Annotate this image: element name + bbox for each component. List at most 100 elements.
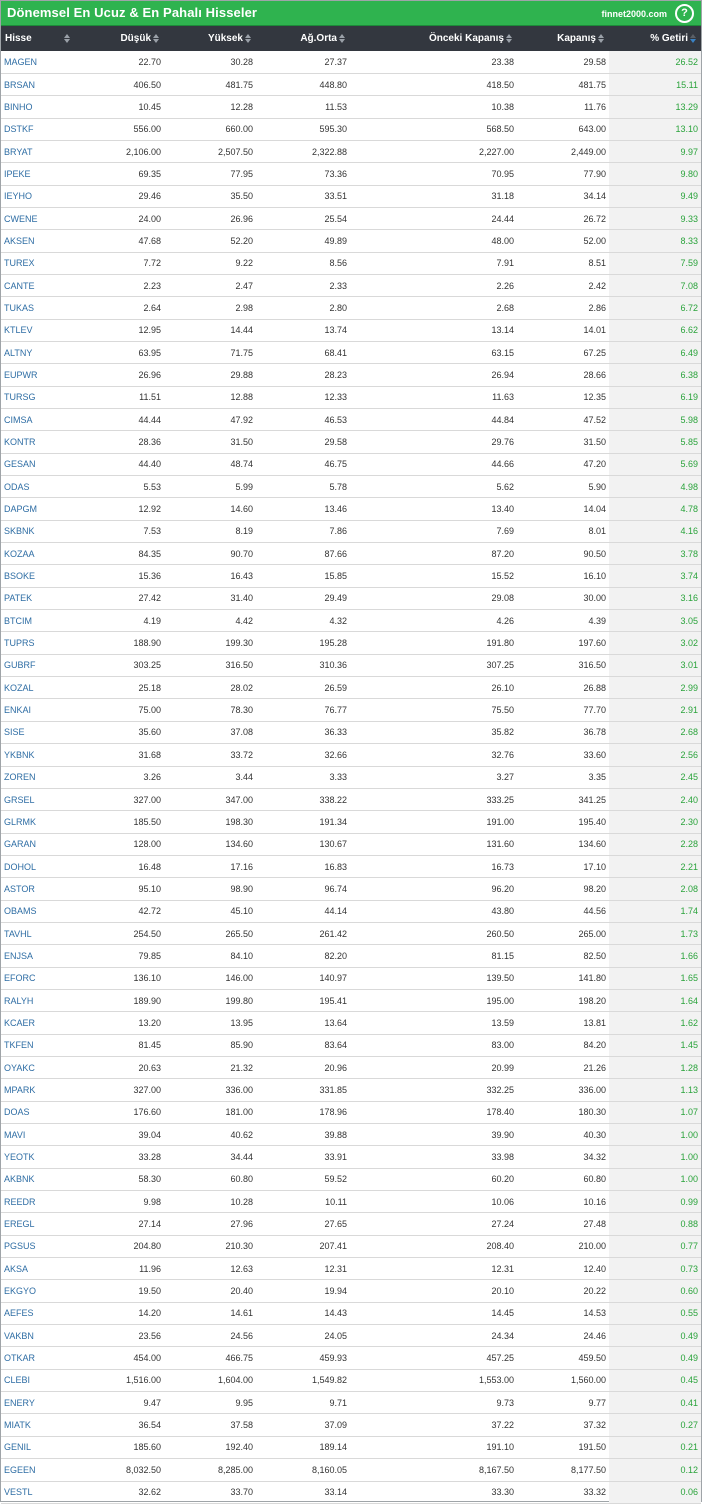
symbol-cell[interactable]: KOZAL xyxy=(1,676,77,700)
table-row[interactable]: AKSEN 47.68 52.20 49.89 48.00 52.00 8.33 xyxy=(1,229,701,253)
symbol-cell[interactable]: RALYH xyxy=(1,989,77,1013)
symbol-cell[interactable]: DOAS xyxy=(1,1101,77,1125)
table-row[interactable]: GRSEL 327.00 347.00 338.22 333.25 341.25 2.40 xyxy=(1,788,701,812)
table-row[interactable]: GUBRF 303.25 316.50 310.36 307.25 316.50 3.01 xyxy=(1,654,701,678)
symbol-cell[interactable]: DAPGM xyxy=(1,497,77,521)
symbol-cell[interactable]: CWENE xyxy=(1,207,77,231)
symbol-cell[interactable]: CANTE xyxy=(1,274,77,298)
table-row[interactable]: GLRMK 185.50 198.30 191.34 191.00 195.40 2.30 xyxy=(1,810,701,834)
symbol-cell[interactable]: ALTNY xyxy=(1,341,77,365)
symbol-cell[interactable]: YEOTK xyxy=(1,1145,77,1169)
symbol-cell[interactable]: ODAS xyxy=(1,475,77,499)
symbol-cell[interactable]: EUPWR xyxy=(1,363,77,387)
table-row[interactable]: OTKAR 454.00 466.75 459.93 457.25 459.50 0.49 xyxy=(1,1346,701,1370)
table-row[interactable]: ZOREN 3.26 3.44 3.33 3.27 3.35 2.45 xyxy=(1,766,701,789)
table-row[interactable]: EUPWR 26.96 29.88 28.23 26.94 28.66 6.38 xyxy=(1,363,701,387)
column-header-hisse[interactable]: Hisse xyxy=(1,26,77,51)
symbol-cell[interactable]: PGSUS xyxy=(1,1235,77,1259)
table-row[interactable]: ALTNY 63.95 71.75 68.41 63.15 67.25 6.49 xyxy=(1,341,701,365)
symbol-cell[interactable]: GUBRF xyxy=(1,654,77,678)
table-row[interactable]: RALYH 189.90 199.80 195.41 195.00 198.20 1.64 xyxy=(1,989,701,1013)
table-row[interactable]: EFORC 136.10 146.00 140.97 139.50 141.80 1.65 xyxy=(1,967,701,990)
symbol-cell[interactable]: REEDR xyxy=(1,1190,77,1214)
symbol-cell[interactable]: GARAN xyxy=(1,833,77,856)
column-header-getiri[interactable]: % Getiri xyxy=(609,26,701,51)
table-row[interactable]: TKFEN 81.45 85.90 83.64 83.00 84.20 1.45 xyxy=(1,1034,701,1057)
table-row[interactable]: EKGYO 19.50 20.40 19.94 20.10 20.22 0.60 xyxy=(1,1279,701,1303)
sort-icon[interactable] xyxy=(153,33,160,43)
table-row[interactable]: VAKBN 23.56 24.56 24.05 24.34 24.46 0.49 xyxy=(1,1324,701,1348)
sort-icon[interactable] xyxy=(245,33,252,43)
symbol-cell[interactable]: CLEBI xyxy=(1,1369,77,1393)
symbol-cell[interactable]: PATEK xyxy=(1,587,77,611)
symbol-cell[interactable]: AKSA xyxy=(1,1257,77,1281)
symbol-cell[interactable]: KOZAA xyxy=(1,542,77,566)
table-row[interactable]: AKBNK 58.30 60.80 59.52 60.20 60.80 1.00 xyxy=(1,1168,701,1192)
table-row[interactable]: KONTR 28.36 31.50 29.58 29.76 31.50 5.85 xyxy=(1,430,701,454)
symbol-cell[interactable]: ZOREN xyxy=(1,766,77,789)
table-row[interactable]: GENIL 185.60 192.40 189.14 191.10 191.50 0.21 xyxy=(1,1436,701,1460)
table-row[interactable]: GESAN 44.40 48.74 46.75 44.66 47.20 5.69 xyxy=(1,453,701,477)
table-row[interactable]: MPARK 327.00 336.00 331.85 332.25 336.00 1.13 xyxy=(1,1078,701,1102)
symbol-cell[interactable]: TURSG xyxy=(1,386,77,410)
symbol-cell[interactable]: AKSEN xyxy=(1,229,77,253)
table-row[interactable]: CWENE 24.00 26.96 25.54 24.44 26.72 9.33 xyxy=(1,207,701,231)
symbol-cell[interactable]: DOHOL xyxy=(1,855,77,879)
symbol-cell[interactable]: CIMSA xyxy=(1,408,77,432)
table-row[interactable]: TUPRS 188.90 199.30 195.28 191.80 197.60 3.02 xyxy=(1,631,701,655)
symbol-cell[interactable]: AKBNK xyxy=(1,1168,77,1192)
table-row[interactable]: CANTE 2.23 2.47 2.33 2.26 2.42 7.08 xyxy=(1,274,701,298)
table-row[interactable]: TAVHL 254.50 265.50 261.42 260.50 265.00 1.73 xyxy=(1,922,701,946)
table-row[interactable]: TUKAS 2.64 2.98 2.80 2.68 2.86 6.72 xyxy=(1,296,701,320)
table-row[interactable]: REEDR 9.98 10.28 10.11 10.06 10.16 0.99 xyxy=(1,1190,701,1214)
table-row[interactable]: OBAMS 42.72 45.10 44.14 43.80 44.56 1.74 xyxy=(1,900,701,923)
symbol-cell[interactable]: KTLEV xyxy=(1,319,77,342)
table-row[interactable]: ENJSA 79.85 84.10 82.20 81.15 82.50 1.66 xyxy=(1,944,701,968)
symbol-cell[interactable]: BRSAN xyxy=(1,73,77,97)
symbol-cell[interactable]: TUREX xyxy=(1,252,77,275)
table-row[interactable]: ODAS 5.53 5.99 5.78 5.62 5.90 4.98 xyxy=(1,475,701,499)
table-row[interactable]: ENKAI 75.00 78.30 76.77 75.50 77.70 2.91 xyxy=(1,698,701,722)
table-row[interactable]: MAGEN 22.70 30.28 27.37 23.38 29.58 26.52 xyxy=(1,51,701,74)
table-row[interactable]: AEFES 14.20 14.61 14.43 14.45 14.53 0.55 xyxy=(1,1302,701,1326)
table-row[interactable]: MAVI 39.04 40.62 39.88 39.90 40.30 1.00 xyxy=(1,1123,701,1147)
symbol-cell[interactable]: MPARK xyxy=(1,1078,77,1102)
symbol-cell[interactable]: MIATK xyxy=(1,1413,77,1437)
table-row[interactable]: SKBNK 7.53 8.19 7.86 7.69 8.01 4.16 xyxy=(1,520,701,544)
table-row[interactable]: PATEK 27.42 31.40 29.49 29.08 30.00 3.16 xyxy=(1,587,701,611)
table-row[interactable]: BTCIM 4.19 4.42 4.32 4.26 4.39 3.05 xyxy=(1,609,701,633)
symbol-cell[interactable]: ENKAI xyxy=(1,698,77,722)
symbol-cell[interactable]: TUKAS xyxy=(1,296,77,320)
symbol-cell[interactable]: KCAER xyxy=(1,1011,77,1035)
sort-icon[interactable] xyxy=(339,33,346,43)
sort-desc-icon[interactable] xyxy=(690,33,697,43)
table-row[interactable]: KTLEV 12.95 14.44 13.74 13.14 14.01 6.62 xyxy=(1,319,701,342)
table-row[interactable]: BRSAN 406.50 481.75 448.80 418.50 481.75 15.11 xyxy=(1,73,701,97)
table-row[interactable]: YKBNK 31.68 33.72 32.66 32.76 33.60 2.56 xyxy=(1,743,701,767)
table-row[interactable]: CLEBI 1,516.00 1,604.00 1,549.82 1,553.00 1,5… xyxy=(1,1369,701,1393)
table-row[interactable]: KOZAL 25.18 28.02 26.59 26.10 26.88 2.99 xyxy=(1,676,701,700)
symbol-cell[interactable]: MAGEN xyxy=(1,51,77,74)
table-row[interactable]: BRYAT 2,106.00 2,507.50 2,322.88 2,227.00 2,4… xyxy=(1,140,701,164)
symbol-cell[interactable]: ENJSA xyxy=(1,944,77,968)
symbol-cell[interactable]: BRYAT xyxy=(1,140,77,164)
symbol-cell[interactable]: KONTR xyxy=(1,430,77,454)
symbol-cell[interactable]: TKFEN xyxy=(1,1034,77,1057)
symbol-cell[interactable]: DSTKF xyxy=(1,118,77,141)
column-header-yuksek[interactable]: Yüksek xyxy=(164,26,256,51)
symbol-cell[interactable]: EKGYO xyxy=(1,1279,77,1303)
help-icon[interactable]: ? xyxy=(675,4,694,23)
table-row[interactable]: IEYHO 29.46 35.50 33.51 31.18 34.14 9.49 xyxy=(1,185,701,208)
column-header-dusuk[interactable]: Düşük xyxy=(77,26,164,51)
symbol-cell[interactable]: EGEEN xyxy=(1,1458,77,1482)
column-header-kapanis[interactable]: Kapanış xyxy=(517,26,609,51)
symbol-cell[interactable]: OTKAR xyxy=(1,1346,77,1370)
table-row[interactable]: SISE 35.60 37.08 36.33 35.82 36.78 2.68 xyxy=(1,721,701,745)
table-row[interactable]: MIATK 36.54 37.58 37.09 37.22 37.32 0.27 xyxy=(1,1413,701,1437)
table-row[interactable]: VESTL 32.62 33.70 33.14 33.30 33.32 0.06 xyxy=(1,1481,701,1504)
table-row[interactable]: KCAER 13.20 13.95 13.64 13.59 13.81 1.62 xyxy=(1,1011,701,1035)
symbol-cell[interactable]: OBAMS xyxy=(1,900,77,923)
table-row[interactable]: DSTKF 556.00 660.00 595.30 568.50 643.00 13.10 xyxy=(1,118,701,141)
symbol-cell[interactable]: AEFES xyxy=(1,1302,77,1326)
symbol-cell[interactable]: SISE xyxy=(1,721,77,745)
